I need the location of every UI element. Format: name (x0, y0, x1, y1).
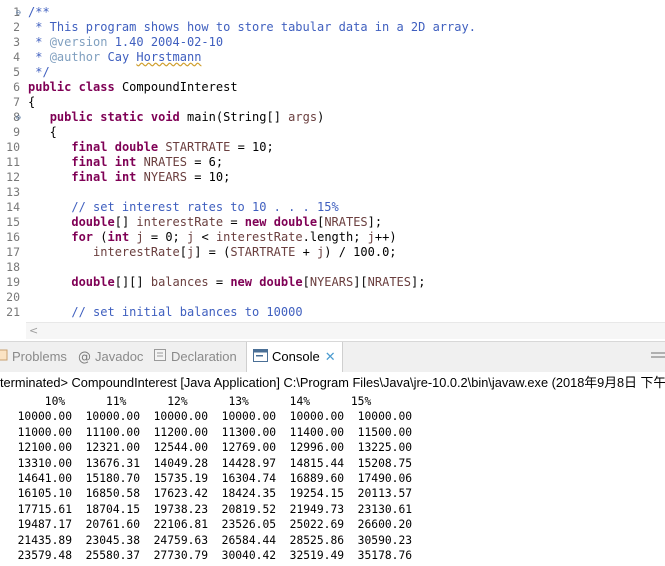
console-line: 14641.00 15180.70 15735.19 16304.74 1688… (4, 472, 413, 485)
line-number: 14 (6, 200, 20, 214)
code-line[interactable]: 9 { (0, 125, 665, 140)
code-line[interactable]: 3 * @version 1.40 2004-02-10 (0, 35, 665, 50)
line-number: 6 (13, 80, 20, 94)
code-line[interactable]: 6 public class CompoundInterest (0, 80, 665, 95)
scroll-left-icon[interactable]: < (29, 324, 38, 337)
code-text: { (28, 95, 36, 109)
code-text: { (28, 125, 57, 139)
console-icon (253, 343, 268, 373)
console-output: terminated> CompoundInterest [Java Appli… (0, 372, 665, 566)
code-text: * @author Cay Horstmann (28, 50, 202, 64)
tab-problems-label: Problems (12, 349, 67, 364)
code-line[interactable]: 14 // set interest rates to 10 . . . 15% (0, 200, 665, 215)
line-number: 7 (13, 95, 20, 109)
code-line[interactable]: 4 * @author Cay Horstmann (0, 50, 665, 65)
problems-icon (0, 343, 8, 373)
console-header: terminated> CompoundInterest [Java Appli… (0, 375, 665, 390)
code-line[interactable]: 5 */ (0, 65, 665, 80)
line-number: 21 (6, 305, 20, 319)
javadoc-icon: @ (78, 349, 91, 365)
code-line[interactable]: 2 * This program shows how to store tabu… (0, 20, 665, 35)
line-number: 12 (6, 170, 20, 184)
code-text: /** (28, 5, 50, 19)
line-number: 19 (6, 275, 20, 289)
line-number: 13 (6, 185, 20, 199)
line-number: 4 (13, 50, 20, 64)
line-number: 11 (6, 155, 20, 169)
code-text: interestRate[j] = (STARTRATE + j) / 100.… (93, 245, 397, 259)
code-line[interactable]: 18 (0, 260, 665, 275)
code-line[interactable]: 10 final double STARTRATE = 10; (0, 140, 665, 155)
code-line[interactable]: 15 double[] interestRate = new double[NR… (0, 215, 665, 230)
code-line[interactable]: 8 ⊖ public static void main(String[] args… (0, 110, 665, 125)
line-number: 16 (6, 230, 20, 244)
tab-javadoc[interactable]: @ Javadoc (78, 342, 143, 372)
console-line: 21435.89 23045.38 24759.63 26584.44 2852… (4, 533, 413, 547)
code-text: final int NYEARS = 10; (71, 170, 231, 184)
line-number: 18 (6, 260, 20, 274)
fold-toggle-icon[interactable]: ⊖ (16, 110, 26, 125)
fold-toggle-icon[interactable]: ⊖ (16, 5, 26, 20)
code-line[interactable]: 17 interestRate[j] = (STARTRATE + j) / 1… (0, 245, 665, 260)
code-text: public static void main(String[] args) (49, 110, 325, 124)
code-line[interactable]: 1 ⊖/** (0, 5, 665, 20)
code-text: */ (28, 65, 50, 79)
line-number: 5 (13, 65, 20, 79)
console-line: 11000.00 11100.00 11200.00 11300.00 1140… (4, 425, 413, 439)
tab-javadoc-label: Javadoc (95, 349, 144, 364)
tab-problems[interactable]: Problems (0, 342, 67, 372)
code-text: for (int j = 0; j < interestRate.length;… (71, 230, 397, 244)
console-line: 12100.00 12321.00 12544.00 12769.00 1299… (4, 441, 413, 455)
code-text: // set interest rates to 10 . . . 15% (71, 200, 339, 214)
line-number: 3 (13, 35, 20, 49)
tab-declaration[interactable]: Declaration (153, 342, 237, 372)
view-tab-bar: Problems @ Javadoc Declaration Console ✕ (0, 341, 665, 373)
console-line: 19487.17 20761.60 22106.81 23526.05 2502… (4, 518, 413, 532)
code-line[interactable]: 21 // set initial balances to 10000 (0, 305, 665, 320)
code-text: * This program shows how to store tabula… (28, 20, 476, 34)
code-line[interactable]: 16 for (int j = 0; j < interestRate.leng… (0, 230, 665, 245)
code-text: double[] interestRate = new double[NRATE… (71, 215, 383, 229)
code-line[interactable]: 11 final int NRATES = 6; (0, 155, 665, 170)
code-text: // set initial balances to 10000 (71, 305, 303, 319)
code-text: final double STARTRATE = 10; (71, 140, 274, 154)
line-number: 10 (6, 140, 20, 154)
tab-console-label: Console (272, 349, 320, 364)
console-line: 10000.00 10000.00 10000.00 10000.00 1000… (4, 410, 413, 424)
line-number: 2 (13, 20, 20, 34)
code-text: final int NRATES = 6; (71, 155, 224, 169)
horizontal-scrollbar[interactable]: < (26, 322, 665, 339)
line-number: 9 (13, 125, 20, 139)
code-text: * @version 1.40 2004-02-10 (28, 35, 224, 49)
code-line[interactable]: 19 double[][] balances = new double[NYEA… (0, 275, 665, 290)
view-menu-icon[interactable] (651, 352, 665, 362)
console-line: 17715.61 18704.15 19738.23 20819.52 2194… (4, 502, 413, 516)
code-line[interactable]: 12 final int NYEARS = 10; (0, 170, 665, 185)
close-icon[interactable]: ✕ (325, 349, 336, 364)
line-number: 15 (6, 215, 20, 229)
console-line: 10% 11% 12% 13% 14% 15% (4, 395, 372, 408)
code-text: public class CompoundInterest (28, 80, 238, 94)
code-line[interactable]: 13 (0, 185, 665, 200)
declaration-icon (153, 343, 167, 373)
code-editor[interactable]: 1 ⊖/** 2 * This program shows how to store… (0, 0, 665, 340)
console-line: 16105.10 16850.58 17623.42 18424.35 1925… (4, 487, 413, 501)
tab-declaration-label: Declaration (171, 349, 237, 364)
code-text: double[][] balances = new double[NYEARS]… (71, 275, 426, 289)
console-line: 13310.00 13676.31 14049.28 14428.97 1481… (4, 456, 413, 470)
tab-console[interactable]: Console ✕ (246, 342, 343, 373)
code-line[interactable]: 20 (0, 290, 665, 305)
code-line[interactable]: 7{ (0, 95, 665, 110)
line-number: 20 (6, 290, 20, 304)
console-line: 23579.48 25580.37 27730.79 30040.42 3251… (4, 549, 413, 562)
line-number: 17 (6, 245, 20, 259)
